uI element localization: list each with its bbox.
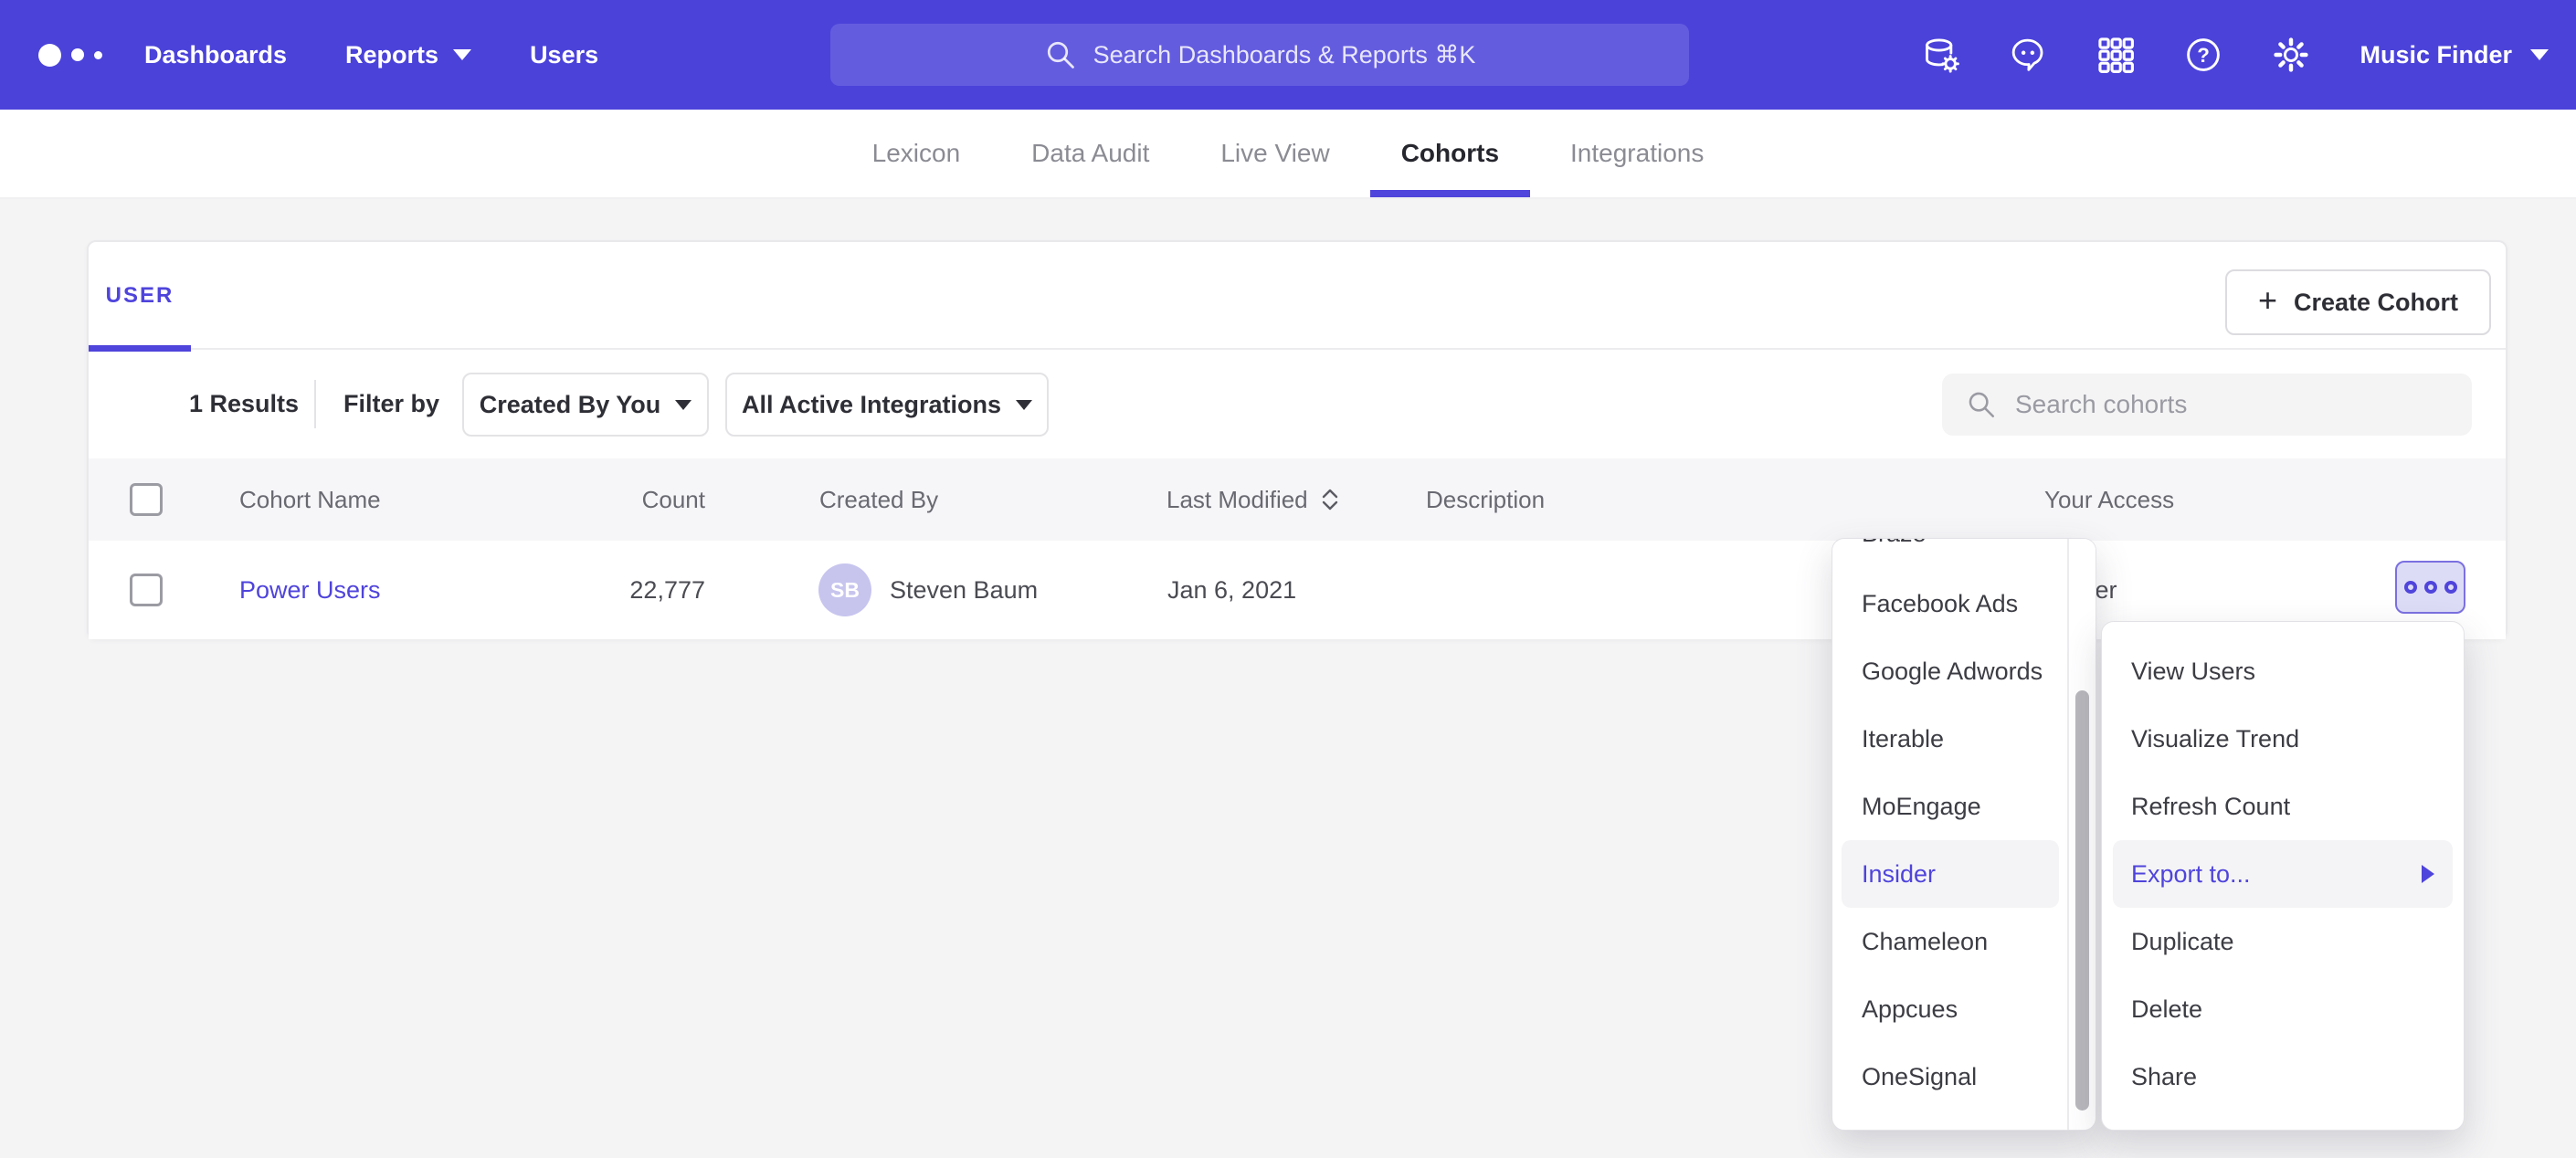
cohorts-page: Dashboards Reports Users Search Dashboar… <box>0 0 2576 1158</box>
menu-item-facebook-ads[interactable]: Facebook Ads <box>1832 570 2066 637</box>
row-context-menu: View Users Visualize Trend Refresh Count… <box>2101 621 2465 1131</box>
menu-item-google-adwords[interactable]: Google Adwords <box>1832 637 2066 705</box>
top-navbar: Dashboards Reports Users Search Dashboar… <box>0 0 2576 110</box>
menu-item-appcues[interactable]: Appcues <box>1832 975 2066 1043</box>
menu-item-onesignal[interactable]: OneSignal <box>1832 1043 2066 1111</box>
global-search-placeholder: Search Dashboards & Reports ⌘K <box>1093 41 1476 69</box>
tab-data-audit[interactable]: Data Audit <box>1031 110 1149 197</box>
cohort-count: 22,777 <box>89 541 705 639</box>
menu-item-iterable[interactable]: Iterable <box>1832 705 2066 773</box>
tab-live-view[interactable]: Live View <box>1220 110 1329 197</box>
menu-item-refresh-count[interactable]: Refresh Count <box>2102 773 2464 840</box>
secondary-nav: Lexicon Data Audit Live View Cohorts Int… <box>0 110 2576 199</box>
navbar-actions: ? Music Finder <box>1921 0 2549 110</box>
tab-lexicon[interactable]: Lexicon <box>872 110 961 197</box>
submenu-arrow-icon <box>2422 865 2434 883</box>
avatar: SB <box>818 563 871 616</box>
help-icon[interactable]: ? <box>2184 36 2222 74</box>
nav-users[interactable]: Users <box>530 41 598 69</box>
settings-icon[interactable] <box>2272 36 2310 74</box>
menu-item-moengage[interactable]: MoEngage <box>1832 773 2066 840</box>
data-management-icon[interactable] <box>1921 36 1959 74</box>
nav-reports[interactable]: Reports <box>345 41 471 69</box>
project-name: Music Finder <box>2360 41 2512 69</box>
search-icon <box>1966 389 1997 420</box>
project-switcher[interactable]: Music Finder <box>2360 41 2549 69</box>
ellipsis-icon <box>2404 581 2417 594</box>
export-to-submenu: Braze Facebook Ads Google Adwords Iterab… <box>1832 538 2096 1131</box>
filter-by-label: Filter by <box>343 350 439 458</box>
results-count: 1 Results <box>189 350 299 458</box>
table-header: Cohort Name Count Created By Last Modifi… <box>89 458 2506 541</box>
divider <box>314 380 316 428</box>
cohorts-card: USER + Create Cohort 1 Results Filter by… <box>87 240 2507 639</box>
search-cohorts-placeholder: Search cohorts <box>2015 390 2187 419</box>
col-created-by: Created By <box>819 458 938 541</box>
menu-item-duplicate[interactable]: Duplicate <box>2102 908 2464 975</box>
tab-user-cohorts[interactable]: USER <box>89 242 191 350</box>
scrollbar-track <box>2067 539 2096 1130</box>
menu-item-delete[interactable]: Delete <box>2102 975 2464 1043</box>
filter-bar: 1 Results Filter by Created By You All A… <box>89 350 2506 458</box>
chevron-down-icon <box>2530 49 2549 60</box>
row-more-actions-button[interactable] <box>2395 561 2465 614</box>
primary-nav: Dashboards Reports Users <box>144 0 598 110</box>
feedback-icon[interactable] <box>2009 36 2047 74</box>
last-modified-value: Jan 6, 2021 <box>1167 541 1296 639</box>
col-your-access: Your Access <box>2044 458 2174 541</box>
menu-item-braze-clipped[interactable]: Braze <box>1862 539 1927 551</box>
created-by-filter-dropdown[interactable]: Created By You <box>462 373 709 437</box>
card-header: USER + Create Cohort <box>89 242 2506 350</box>
mixpanel-logo-icon[interactable] <box>38 0 102 110</box>
sort-icon <box>1321 488 1339 511</box>
integrations-filter-dropdown[interactable]: All Active Integrations <box>725 373 1049 437</box>
nav-dashboards[interactable]: Dashboards <box>144 41 287 69</box>
plus-icon: + <box>2258 284 2277 317</box>
menu-item-chameleon[interactable]: Chameleon <box>1832 908 2066 975</box>
create-cohort-button[interactable]: + Create Cohort <box>2225 269 2491 335</box>
chevron-down-icon <box>453 49 471 60</box>
search-cohorts-input[interactable]: Search cohorts <box>1942 374 2472 436</box>
menu-item-insider[interactable]: Insider <box>1842 840 2059 908</box>
menu-item-visualize-trend[interactable]: Visualize Trend <box>2102 705 2464 773</box>
menu-item-export-to[interactable]: Export to... <box>2113 840 2453 908</box>
data-management-tabs: Lexicon Data Audit Live View Cohorts Int… <box>0 110 2576 197</box>
menu-item-view-users[interactable]: View Users <box>2102 637 2464 705</box>
menu-item-share[interactable]: Share <box>2102 1043 2464 1111</box>
svg-text:?: ? <box>2198 44 2211 67</box>
scrollbar-thumb[interactable] <box>2075 690 2089 1111</box>
chevron-down-icon <box>1016 400 1032 410</box>
apps-grid-icon[interactable] <box>2096 36 2135 74</box>
col-last-modified[interactable]: Last Modified <box>1167 458 1339 541</box>
col-count: Count <box>89 458 705 541</box>
tab-integrations[interactable]: Integrations <box>1570 110 1704 197</box>
chevron-down-icon <box>675 400 692 410</box>
created-by-value: Steven Baum <box>890 541 1038 639</box>
global-search-input[interactable]: Search Dashboards & Reports ⌘K <box>830 24 1689 86</box>
col-description: Description <box>1426 458 1545 541</box>
tab-cohorts[interactable]: Cohorts <box>1401 110 1499 197</box>
search-icon <box>1044 38 1077 71</box>
